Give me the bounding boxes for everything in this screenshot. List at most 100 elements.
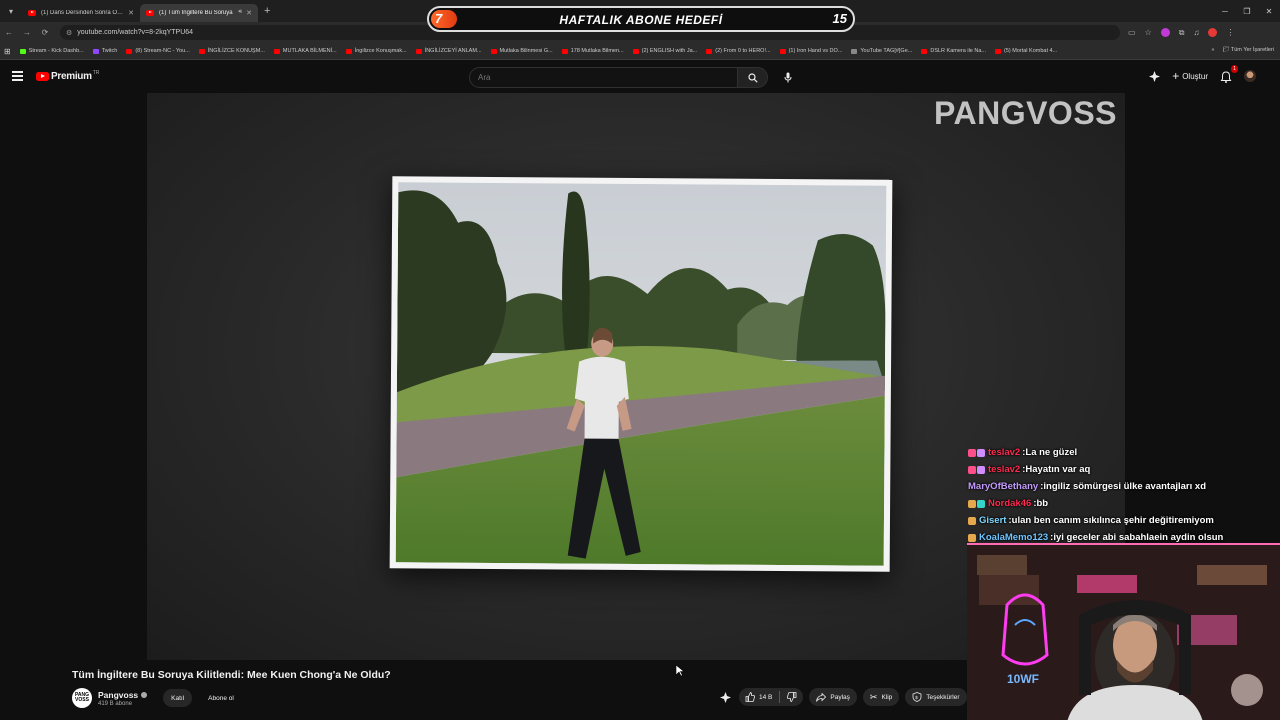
bookmark-label: 178 Mutlaka Bilmen... [570,48,624,54]
svg-text:$: $ [916,695,919,700]
extension-icon[interactable] [1160,28,1170,37]
verified-icon [141,691,148,698]
cast-icon[interactable]: ▭ [1128,28,1136,37]
bookmark-item[interactable]: İngilizce Konuşmak... [345,48,407,54]
menu-icon[interactable] [12,71,23,81]
live-chat-overlay: teslav2: La ne güzel teslav2: Hayatın var… [968,444,1280,546]
account-avatar[interactable] [1244,70,1256,82]
thanks-button[interactable]: $ Teşekkürler [905,688,967,706]
streamer-webcam: 10WF [967,543,1280,720]
thumbs-down-icon[interactable] [787,692,797,702]
chat-message: Gisert: ulan ben canım sıkılınca şehir d… [968,512,1280,529]
extensions-puzzle-icon[interactable]: ⧉ [1179,28,1185,38]
search-input[interactable] [469,67,738,88]
reload-icon[interactable]: ⟳ [36,28,54,37]
browser-tab-1[interactable]: (1) Dans Dersinden Sonra Ortad ✕ [22,4,140,22]
chat-badge-icon [977,448,985,457]
youtube-icon [779,48,786,54]
all-bookmarks-button[interactable]: 📁︎ Tüm Yer İşaretleri [1222,47,1274,53]
speaker-icon[interactable]: 🔊︎ [238,9,242,16]
notifications-button[interactable]: 1 [1220,65,1238,83]
youtube-header: Premium TR +Oluştur 1 [0,61,1280,93]
bookmarks-right: » 📁︎ Tüm Yer İşaretleri [1211,47,1274,53]
chat-badges [968,516,976,525]
channel-name[interactable]: Pangvoss [98,690,138,700]
bookmark-item[interactable]: Mutlaka Bilinmesi G... [490,48,553,54]
browser-menu-icon[interactable]: ⋮ [1226,28,1234,37]
search-icon [747,72,758,83]
scissors-icon: ✂ [869,691,878,702]
ai-assistant-button[interactable] [717,689,733,705]
chat-username: KoalaMemo123 [979,532,1049,543]
youtube-icon [561,48,568,54]
chat-badge-icon [968,499,976,508]
bookmark-item[interactable]: (8) Stream-NC - You... [126,48,190,54]
media-control-icon[interactable]: ♫ [1193,28,1199,37]
bookmark-label: İngilizce Konuşmak... [354,48,407,54]
bookmark-label: MUTLAKA BİLMENİ... [282,48,337,54]
channel-avatar[interactable]: PANG VOSS [72,688,92,708]
subscriber-goal-bar: 7 HAFTALIK ABONE HEDEFİ 15 [427,6,855,32]
youtube-icon [415,48,422,54]
voice-search-button[interactable] [778,68,797,87]
maximize-icon[interactable]: ❐ [1236,7,1258,16]
bookmark-label: (8) Stream-NC - You... [135,48,190,54]
like-button[interactable]: 14 B [745,692,772,702]
webcam-scene-image: 10WF [967,545,1280,720]
video-player[interactable]: PANGVOSS teslav2: La ne güzel teslav2:… [0,93,1280,720]
back-icon[interactable]: ← [0,28,18,37]
video-actions: 14 B Paylaş ✂ Klip $ Teşekkürler [717,688,967,706]
chat-badges [968,448,985,457]
channel-name-row[interactable]: Pangvoss [98,690,148,700]
bookmark-item[interactable]: (5) Mortal Kombat 4... [995,48,1057,54]
share-label: Paylaş [830,693,850,701]
bookmark-item[interactable]: (1) Iron Hand vs DO... [779,48,843,54]
toolbar-icons: ▭ ☆ ⧉ ♫ ⋮ [1128,28,1234,38]
bookmark-label: Mutlaka Bilinmesi G... [499,48,553,54]
youtube-logo[interactable]: Premium TR [36,70,99,82]
minimize-icon[interactable]: ─ [1214,7,1236,16]
bookmark-item[interactable]: (2) From 0 to HERO!... [706,48,771,54]
create-label: Oluştur [1182,71,1208,81]
tab-close-icon[interactable]: ✕ [246,9,252,17]
bookmark-item[interactable]: Twitch [92,48,118,54]
join-button[interactable]: Katıl [163,689,193,707]
bookmarks-more-button[interactable]: » [1211,47,1214,53]
bookmark-item[interactable]: 178 Mutlaka Bilmen... [561,48,624,54]
tab-search-icon[interactable]: ▾ [0,0,22,22]
site-info-icon[interactable]: ⚙ [66,29,72,37]
close-window-icon[interactable]: ✕ [1258,7,1280,16]
new-tab-button[interactable]: + [264,5,270,17]
forward-icon[interactable]: → [18,28,36,37]
browser-tab-2[interactable]: (1) Tüm İngiltere Bu Soruya 🔊︎ ✕ [140,3,258,22]
bookmark-item[interactable]: (2) ENGLISH with Ja... [632,48,697,54]
youtube-play-icon [36,72,49,81]
share-button[interactable]: Paylaş [809,688,857,706]
bookmark-item[interactable]: MUTLAKA BİLMENİ... [273,48,337,54]
bookmark-item[interactable]: İNGİLİZCEYİ ANLAM... [415,48,482,54]
chat-badges [968,533,976,542]
subscribe-button[interactable]: Abone ol [200,689,242,707]
star-bookmark-icon[interactable]: ☆ [1145,28,1152,37]
bookmark-item[interactable]: Stream - Kick Dashb... [19,48,84,54]
thanks-label: Teşekkürler [926,693,960,701]
search-button[interactable] [737,67,768,88]
bookmark-item[interactable]: İNGİLİZCE KONUŞM... [198,48,265,54]
create-button[interactable]: + Oluştur [1172,69,1208,83]
chat-badges [968,499,985,508]
bookmark-item[interactable]: DSLR Kamera ile Na... [921,48,986,54]
profile-avatar-icon[interactable] [1208,28,1218,37]
bookmark-item[interactable]: YouTube TAG[#]Ge... [851,48,912,54]
all-bookmarks-label: Tüm Yer İşaretleri [1230,47,1274,53]
chat-badge-icon [968,465,976,474]
clip-button[interactable]: ✂ Klip [862,688,900,706]
bookmark-label: (1) Iron Hand vs DO... [788,48,843,54]
chat-message: teslav2: Hayatın var aq [968,461,1280,478]
bookmark-label: Twitch [101,48,118,54]
tab-close-icon[interactable]: ✕ [128,9,134,17]
mouse-cursor-icon [676,665,684,677]
notification-badge: 1 [1231,65,1238,73]
tag-icon [851,48,858,54]
ai-sparkle-icon[interactable] [1149,70,1161,82]
apps-grid-icon[interactable]: ⊞ [4,47,11,56]
